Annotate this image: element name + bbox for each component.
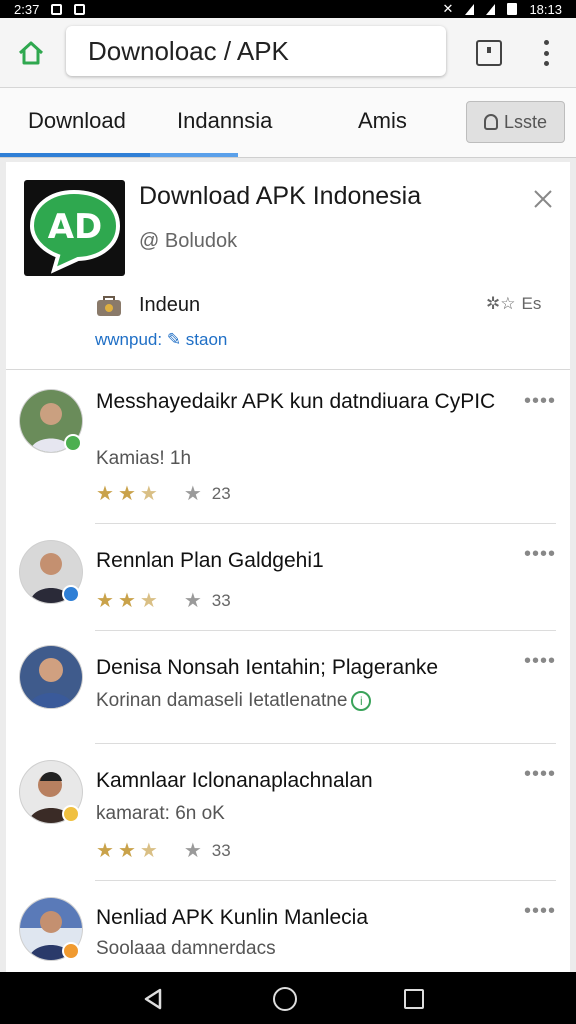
more-options-icon[interactable]: •••• [524, 543, 556, 566]
review-title: Nenliad APK Kunlin Manlecia [96, 906, 368, 929]
status-bar: 2:37 ✕ 18:13 [0, 0, 576, 18]
app-logo-text: AD [48, 207, 103, 247]
home-nav-icon[interactable] [273, 987, 297, 1011]
list-item[interactable]: Nenliad APK Kunlin Manlecia •••• Soolaaa… [6, 882, 570, 972]
tab-action-button[interactable]: Lsste [466, 101, 565, 143]
star-icon: ★ [139, 590, 158, 612]
edit-icon: ✎ [166, 330, 186, 349]
tab-indicator-secondary [150, 153, 238, 157]
tab-amis[interactable]: Amis [358, 108, 407, 134]
notification-icon [51, 3, 63, 15]
star-icon: ★ [96, 840, 114, 862]
system-nav-bar [0, 972, 576, 1024]
app-link[interactable]: wwnpud: ✎ staon [95, 330, 227, 350]
star-icon: ★ [139, 483, 158, 505]
url-input[interactable]: Downoloac / APK [66, 26, 446, 76]
status-time-right: 18:13 [529, 1, 562, 17]
app-title: Download APK Indonesia [139, 182, 422, 210]
bell-icon [483, 114, 498, 130]
review-title: Rennlan Plan Galdgehi1 [96, 549, 324, 572]
tab-bar: Download Indannsia Amis Lsste [0, 88, 576, 158]
verified-badge-icon [62, 585, 80, 603]
close-icon[interactable] [532, 188, 554, 210]
review-title: Kamnlaar Iclonanaplachnalan [96, 769, 373, 792]
divider [95, 630, 556, 631]
star-icon: ★ [96, 483, 114, 505]
review-subtitle: Kamias! 1h [96, 448, 192, 469]
star-icon: ★ [96, 590, 114, 612]
list-item[interactable]: Messhayedaikr APK kun datndiuara CyPIC •… [6, 372, 570, 524]
app-card[interactable]: AD Download APK Indonesia @ Boludok Inde… [6, 162, 570, 370]
app-category: Indeun [139, 294, 201, 316]
tab-action-label: Lsste [503, 111, 548, 132]
review-title: Messhayedaikr APK kun datndiuara CyPIC [96, 390, 496, 413]
tab-download[interactable]: Download [28, 108, 126, 134]
rating-stars: ★ ★ ★ ★ 33 [96, 591, 231, 611]
list-item[interactable]: Denisa Nonsah Ientahin; Plageranke •••• … [6, 632, 570, 744]
review-subtitle: Korinan damaseli Ietatlenatne i [96, 690, 372, 712]
star-outline-icon: ★ [183, 590, 202, 612]
divider [95, 880, 556, 881]
divider [95, 743, 556, 744]
rating-stars: ★ ★ ★ ★ 23 [96, 484, 231, 504]
app-developer: @ Boludok [139, 230, 238, 252]
review-count: 33 [211, 591, 231, 610]
star-outline-icon: ★ [183, 840, 202, 862]
rating-stars: ★ ★ ★ ★ 33 [96, 841, 231, 861]
more-options-icon[interactable]: •••• [524, 763, 556, 786]
bag-icon [97, 296, 121, 316]
battery-icon [507, 3, 518, 15]
badge-icon [62, 805, 80, 823]
app-link-text: wwnpud: [95, 330, 167, 349]
list-item[interactable]: Kamnlaar Iclonanaplachnalan •••• kamarat… [6, 745, 570, 881]
browser-toolbar: Downoloac / APK [0, 18, 576, 88]
status-time-left: 2:37 [14, 1, 40, 17]
review-subtitle-text: Korinan damaseli Ietatlenatne [96, 690, 348, 711]
review-count: 33 [211, 841, 231, 860]
app-rating: ✲☆ Es [486, 294, 541, 314]
star-icon: ✲☆ [486, 294, 516, 313]
review-subtitle: kamarat: 6n oK [96, 803, 225, 824]
tab-switcher-icon[interactable] [476, 40, 502, 66]
badge-icon [62, 942, 80, 960]
review-count: 23 [211, 484, 231, 503]
info-icon: i [351, 690, 372, 711]
wifi-icon: ✕ [442, 1, 454, 16]
more-options-icon[interactable]: •••• [524, 390, 556, 413]
star-icon: ★ [117, 483, 136, 505]
list-item[interactable]: Rennlan Plan Galdgehi1 •••• ★ ★ ★ ★ 33 [6, 525, 570, 631]
verified-badge-icon [64, 434, 82, 452]
review-subtitle: Soolaaa damnerdacs [96, 938, 276, 959]
signal-icon [465, 3, 475, 15]
star-outline-icon: ★ [183, 483, 202, 505]
divider [95, 523, 556, 524]
back-icon[interactable] [142, 988, 164, 1010]
star-icon: ★ [139, 840, 158, 862]
home-icon[interactable] [16, 38, 46, 68]
more-options-icon[interactable]: •••• [524, 650, 556, 673]
star-icon: ★ [117, 840, 136, 862]
more-menu-icon[interactable] [534, 38, 558, 68]
signal-icon [486, 3, 496, 15]
recent-apps-icon[interactable] [404, 989, 424, 1009]
more-options-icon[interactable]: •••• [524, 900, 556, 923]
star-icon: ★ [117, 590, 136, 612]
review-title: Denisa Nonsah Ientahin; Plageranke [96, 656, 439, 679]
avatar [20, 646, 82, 708]
app-rating-text: Es [521, 294, 542, 313]
screenshot-icon [74, 3, 86, 15]
tab-indonesia[interactable]: Indannsia [177, 108, 272, 134]
main-content: AD Download APK Indonesia @ Boludok Inde… [6, 162, 570, 972]
app-link-suffix: staon [185, 330, 228, 349]
app-logo: AD [24, 180, 125, 276]
